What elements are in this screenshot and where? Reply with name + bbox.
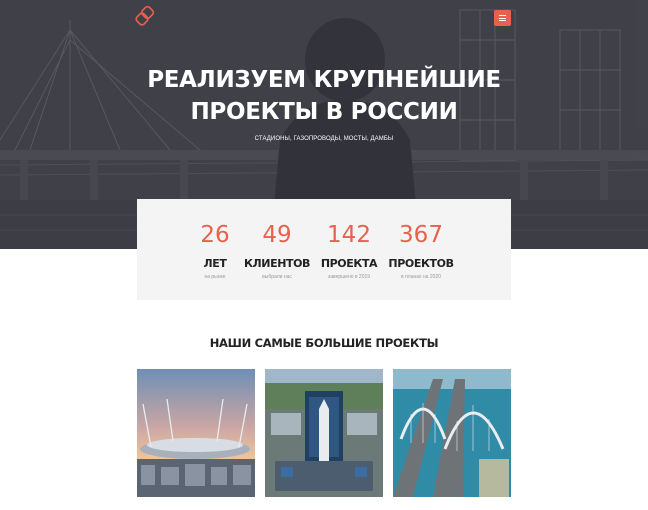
hamburger-icon — [499, 15, 506, 17]
project-card-cosmodrome[interactable] — [265, 369, 383, 497]
stat-number: 367 — [399, 222, 443, 248]
projects-section-title: НАШИ САМЫЕ БОЛЬШИЕ ПРОЕКТЫ — [209, 336, 439, 350]
hero-title: РЕАЛИЗУЕМ КРУПНЕЙШИЕ ПРОЕКТЫ В РОССИИ — [0, 64, 648, 128]
stats-panel: 26 ЛЕТ на рынке 49 КЛИЕНТОВ выбрали нас … — [137, 199, 511, 300]
hero-subtitle: СТАДИОНЫ, ГАЗОПРОВОДЫ, МОСТЫ, ДАМБЫ — [254, 136, 394, 142]
stat-caption: завершено в 2019 — [327, 274, 371, 280]
stat-caption: выбрали нас — [262, 274, 292, 280]
stat-label: КЛИЕНТОВ — [243, 257, 311, 270]
stadium-photo — [137, 369, 255, 497]
arch-bridge-photo — [393, 369, 511, 497]
hero-title-line2: ПРОЕКТЫ В РОССИИ — [190, 99, 458, 125]
stat-label: ПРОЕКТОВ — [388, 257, 454, 270]
menu-button[interactable] — [494, 10, 511, 26]
logo-icon[interactable] — [135, 5, 159, 30]
cosmodrome-rocket-photo — [265, 369, 383, 497]
stat-label: ПРОЕКТА — [320, 257, 378, 270]
stat-number: 142 — [327, 222, 371, 248]
stat-caption: в планах на 2020 — [401, 274, 441, 280]
project-card-stadium[interactable] — [137, 369, 255, 497]
hero-title-line1: РЕАЛИЗУЕМ КРУПНЕЙШИЕ — [147, 67, 501, 93]
project-card-bridge[interactable] — [393, 369, 511, 497]
stat-number: 49 — [262, 222, 292, 248]
